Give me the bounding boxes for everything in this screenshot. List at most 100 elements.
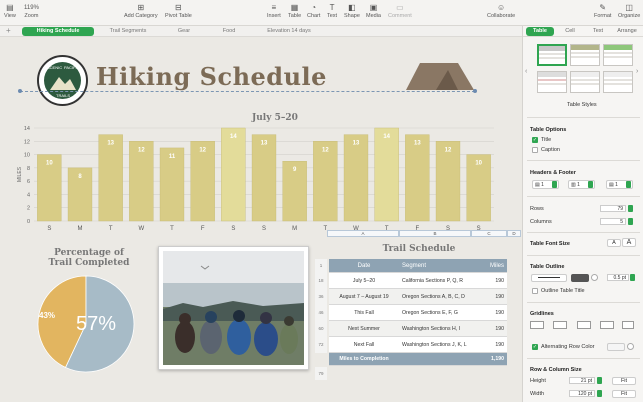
- footer-rows-stepper[interactable]: ▤ 1: [606, 180, 633, 189]
- add-category-button[interactable]: ⊞ Add Category: [124, 3, 158, 19]
- width-field[interactable]: 120 pt: [569, 390, 595, 397]
- table-cell[interactable]: Washington Sections H, I: [399, 321, 479, 336]
- gridlines-footer-icon[interactable]: [622, 321, 634, 329]
- insert-button[interactable]: ≡ Insert: [267, 3, 281, 19]
- table-cell[interactable]: Miles: [479, 259, 507, 272]
- resize-handle[interactable]: [18, 89, 22, 93]
- alternating-row-checkbox[interactable]: ✓: [532, 344, 538, 350]
- table-row[interactable]: Next Fall Washington Sections J, K, L 190: [329, 337, 507, 353]
- collaborate-button[interactable]: ☺ Collaborate: [487, 3, 515, 19]
- add-sheet-icon[interactable]: +: [6, 26, 11, 35]
- alternating-color-well[interactable]: [607, 343, 625, 351]
- trail-schedule-table[interactable]: Date Segment Miles July 5–20 California Sect…: [329, 259, 507, 366]
- header-rows-stepper[interactable]: ▤ 1: [532, 180, 559, 189]
- increase-font-button[interactable]: A: [622, 238, 636, 247]
- column-header-d[interactable]: D: [507, 230, 521, 237]
- table-cell[interactable]: Date: [329, 259, 399, 272]
- hikers-photo[interactable]: [158, 246, 309, 370]
- fit-width-button[interactable]: Fit: [612, 390, 636, 398]
- caption-checkbox[interactable]: [532, 147, 538, 153]
- tab-elevation[interactable]: Elevation 14 days: [258, 27, 320, 36]
- row-header-1[interactable]: 1: [315, 259, 327, 273]
- text-button[interactable]: T Text: [327, 3, 337, 19]
- tab-hiking-schedule[interactable]: Hiking Schedule: [22, 27, 94, 36]
- table-header-row[interactable]: Date Segment Miles: [329, 259, 507, 273]
- table-cell[interactable]: August 7 – August 19: [329, 289, 399, 304]
- resize-handle[interactable]: [473, 89, 477, 93]
- table-cell[interactable]: [399, 353, 479, 365]
- fit-height-button[interactable]: Fit: [612, 377, 636, 385]
- gridlines-header-column-icon[interactable]: [600, 321, 614, 329]
- tab-arrange[interactable]: Arrange: [612, 27, 642, 36]
- table-cell[interactable]: This Fall: [329, 305, 399, 320]
- table-row[interactable]: This Fall Oregon Sections E, F, G 190: [329, 305, 507, 321]
- table-cell[interactable]: 1,190: [479, 353, 507, 365]
- table-cell[interactable]: California Sections P, Q, R: [399, 273, 479, 288]
- columns-stepper[interactable]: [628, 218, 633, 225]
- outline-width-field[interactable]: 0.5 pt: [607, 274, 629, 281]
- chart-button[interactable]: ◔ Chart: [307, 3, 320, 19]
- row-header-79[interactable]: 79: [315, 367, 327, 380]
- organize-button[interactable]: ◫ Organize: [618, 3, 640, 19]
- row-header[interactable]: 46: [315, 305, 327, 321]
- height-stepper[interactable]: [597, 377, 602, 384]
- row-header[interactable]: 72: [315, 337, 327, 353]
- table-footer-row[interactable]: Miles to Completion 1,190: [329, 353, 507, 366]
- title-checkbox[interactable]: ✓: [532, 137, 538, 143]
- table-cell[interactable]: Next Fall: [329, 337, 399, 352]
- header-columns-stepper[interactable]: ▥ 1: [568, 180, 595, 189]
- column-header-c[interactable]: C: [471, 230, 507, 237]
- outline-title-checkbox[interactable]: [532, 288, 538, 294]
- pivot-table-button[interactable]: ⊟ Pivot Table: [165, 3, 192, 19]
- height-field[interactable]: 21 pt: [569, 377, 595, 384]
- column-header-a[interactable]: A: [327, 230, 399, 237]
- table-style-6[interactable]: [603, 71, 633, 93]
- width-stepper[interactable]: [597, 390, 602, 397]
- gridlines-vertical-icon[interactable]: [553, 321, 567, 329]
- table-cell[interactable]: 190: [479, 321, 507, 336]
- outline-style-select[interactable]: [531, 274, 567, 282]
- table-cell[interactable]: Segment: [399, 259, 479, 272]
- table-cell[interactable]: 190: [479, 305, 507, 320]
- row-header[interactable]: 36: [315, 289, 327, 305]
- comment-button[interactable]: ▭ Comment: [388, 3, 412, 19]
- table-style-3[interactable]: [603, 44, 633, 66]
- table-cell[interactable]: Next Summer: [329, 321, 399, 336]
- table-cell[interactable]: 190: [479, 289, 507, 304]
- format-button[interactable]: ✎ Format: [594, 3, 611, 19]
- bar-chart[interactable]: 02468101214MILES10S8M13T12W11T12F14S13S9…: [14, 124, 494, 234]
- tab-gear[interactable]: Gear: [168, 27, 200, 36]
- table-row[interactable]: August 7 – August 19 Oregon Sections A, B…: [329, 289, 507, 305]
- color-wheel-icon[interactable]: [591, 274, 598, 281]
- table-style-1[interactable]: [537, 44, 567, 66]
- table-row[interactable]: July 5–20 California Sections P, Q, R 190: [329, 273, 507, 289]
- view-button[interactable]: ▤ View: [4, 3, 16, 19]
- table-cell[interactable]: Oregon Sections E, F, G: [399, 305, 479, 320]
- gridlines-horizontal-icon[interactable]: [530, 321, 544, 329]
- tab-table[interactable]: Table: [526, 27, 554, 36]
- table-cell[interactable]: July 5–20: [329, 273, 399, 288]
- tab-cell[interactable]: Cell: [556, 27, 584, 36]
- outline-width-stepper[interactable]: [630, 274, 635, 281]
- outline-color-well[interactable]: [571, 274, 589, 282]
- tab-text[interactable]: Text: [586, 27, 610, 36]
- table-style-5[interactable]: [570, 71, 600, 93]
- table-cell[interactable]: 190: [479, 273, 507, 288]
- columns-field[interactable]: 5: [600, 218, 626, 225]
- tab-trail-segments[interactable]: Trail Segments: [100, 27, 156, 36]
- table-cell[interactable]: Washington Sections J, K, L: [399, 337, 479, 352]
- row-header[interactable]: 18: [315, 273, 327, 289]
- table-cell[interactable]: 190: [479, 337, 507, 352]
- table-style-4[interactable]: [537, 71, 567, 93]
- decrease-font-button[interactable]: A: [607, 239, 621, 247]
- table-style-2[interactable]: [570, 44, 600, 66]
- column-header-b[interactable]: B: [399, 230, 471, 237]
- color-wheel-icon[interactable]: [627, 343, 634, 350]
- row-header[interactable]: 60: [315, 321, 327, 337]
- gridlines-header-row-icon[interactable]: [577, 321, 591, 329]
- rows-stepper[interactable]: [628, 205, 633, 212]
- media-button[interactable]: ▣ Media: [366, 3, 381, 19]
- table-row[interactable]: Next Summer Washington Sections H, I 190: [329, 321, 507, 337]
- rows-field[interactable]: 79: [600, 205, 626, 212]
- table-cell[interactable]: Miles to Completion: [329, 353, 399, 365]
